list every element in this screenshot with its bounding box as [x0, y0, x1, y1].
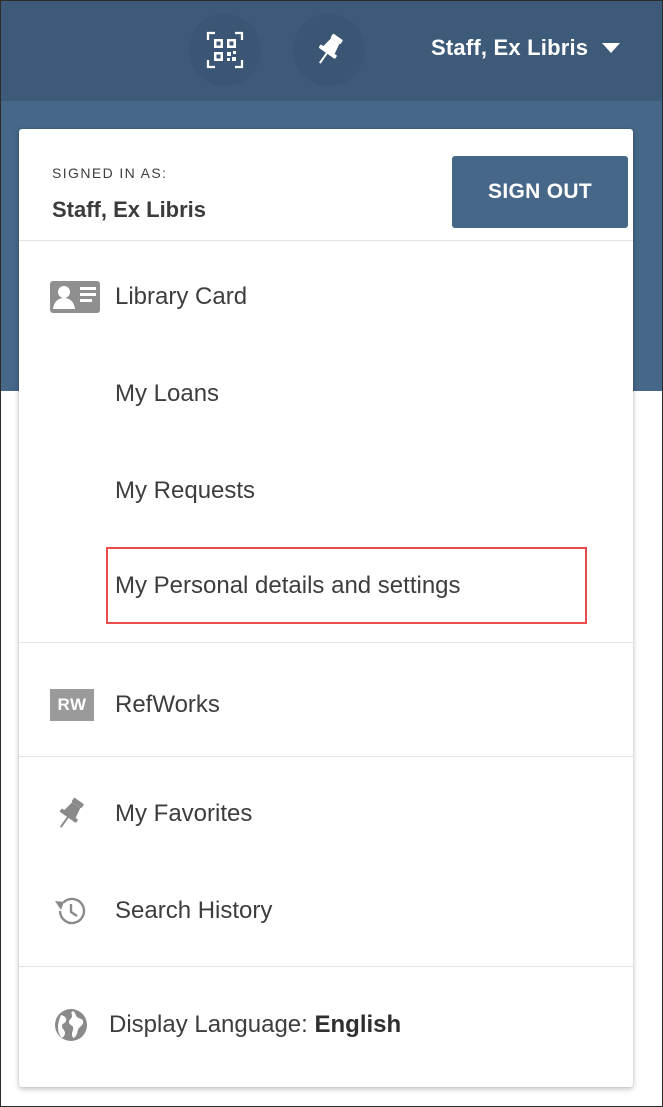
- menu-item-refworks[interactable]: RW RefWorks: [19, 675, 633, 735]
- pushpin-icon: [318, 33, 343, 64]
- divider: [19, 966, 633, 967]
- caret-down-icon: [602, 43, 621, 53]
- menu-item-label: RefWorks: [115, 691, 220, 718]
- menu-item-my-requests[interactable]: My Requests: [19, 461, 633, 521]
- favorites-pin-button[interactable]: [293, 14, 365, 86]
- display-language-label: Display Language:: [109, 1011, 308, 1038]
- signed-in-label: SIGNED IN AS:: [52, 165, 168, 181]
- sign-out-button[interactable]: SIGN OUT: [452, 156, 628, 228]
- signed-in-section: SIGNED IN AS: Staff, Ex Libris SIGN OUT: [19, 129, 633, 241]
- menu-item-library-card[interactable]: Library Card: [19, 267, 633, 327]
- display-language-text: Display Language: English: [109, 1011, 401, 1039]
- app-frame: Staff, Ex Libris SIGNED IN AS: Staff, Ex…: [0, 0, 663, 1107]
- top-bar: Staff, Ex Libris: [1, 1, 662, 101]
- signed-in-name: Staff, Ex Libris: [52, 197, 207, 222]
- pushpin-icon: [55, 796, 85, 832]
- menu-item-my-favorites[interactable]: My Favorites: [19, 784, 633, 844]
- menu-item-label: My Requests: [115, 477, 256, 504]
- highlight-box: [106, 547, 587, 624]
- menu-item-display-language[interactable]: Display Language: English: [19, 995, 633, 1055]
- refworks-icon: RW: [50, 689, 94, 721]
- id-card-icon: [50, 281, 100, 313]
- menu-item-label: Library Card: [115, 283, 248, 310]
- user-menu-toggle[interactable]: Staff, Ex Libris: [431, 35, 621, 61]
- menu-item-label: Search History: [115, 897, 273, 924]
- user-dropdown-menu: SIGNED IN AS: Staff, Ex Libris SIGN OUT …: [19, 129, 633, 1087]
- qr-code-icon: [206, 31, 244, 69]
- menu-item-label: My Favorites: [115, 800, 253, 827]
- qr-code-button[interactable]: [189, 14, 261, 86]
- history-icon: [53, 895, 87, 927]
- menu-item-label: My Loans: [115, 380, 220, 407]
- globe-icon: [53, 1007, 89, 1043]
- menu-item-search-history[interactable]: Search History: [19, 881, 633, 941]
- menu-item-my-loans[interactable]: My Loans: [19, 364, 633, 424]
- divider: [19, 642, 633, 643]
- user-name: Staff, Ex Libris: [431, 35, 589, 60]
- divider: [19, 756, 633, 757]
- display-language-value: English: [314, 1011, 402, 1038]
